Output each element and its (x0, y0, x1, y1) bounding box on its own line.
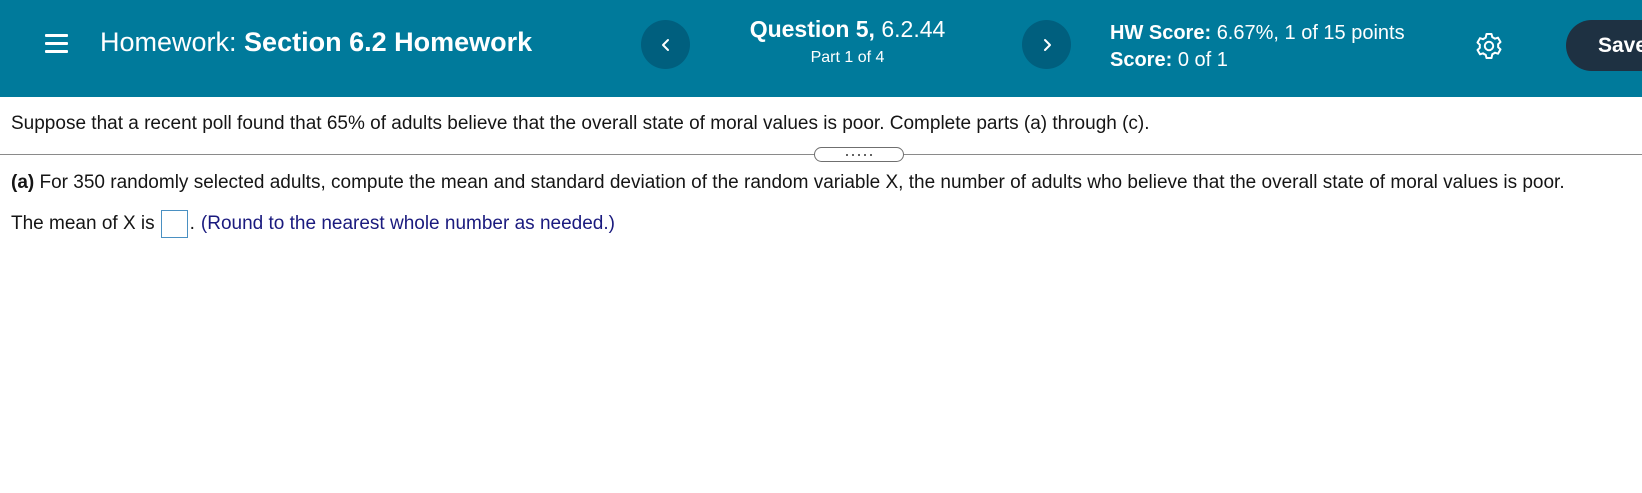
hamburger-menu-icon[interactable] (45, 33, 69, 53)
homework-title: Homework: Section 6.2 Homework (100, 27, 532, 58)
hw-score-label: HW Score: (1110, 22, 1212, 44)
dot (858, 153, 860, 156)
mean-answer-input[interactable] (160, 210, 188, 238)
dot (846, 153, 848, 156)
previous-question-button[interactable] (641, 20, 690, 69)
chevron-left-icon (661, 38, 669, 51)
part-a-text: For 350 randomly selected adults, comput… (34, 172, 1565, 193)
settings-button[interactable] (1473, 30, 1505, 62)
answer-suffix: . (189, 213, 195, 234)
answer-line: The mean of X is . (Round to the nearest… (11, 210, 615, 238)
answer-prefix: The mean of X is (11, 213, 155, 234)
hw-score-value: 6.67%, 1 of 15 points (1216, 22, 1405, 44)
dot (864, 153, 866, 156)
expand-collapse-handle[interactable] (814, 147, 904, 162)
rounding-hint: (Round to the nearest whole number as ne… (200, 213, 615, 234)
homework-name: Section 6.2 Homework (244, 27, 533, 57)
question-score: Score: 0 of 1 (1110, 47, 1405, 74)
problem-intro: Suppose that a recent poll found that 65… (11, 113, 1150, 134)
score-value: 0 of 1 (1177, 49, 1228, 71)
save-button[interactable]: Save (1566, 20, 1642, 71)
dot (852, 153, 854, 156)
next-question-button[interactable] (1022, 20, 1071, 69)
gear-icon (1476, 33, 1502, 59)
part-indicator: Part 1 of 4 (810, 49, 885, 66)
top-bar: Homework: Section 6.2 Homework Question … (0, 0, 1642, 97)
hw-score: HW Score: 6.67%, 1 of 15 points (1110, 20, 1405, 47)
question-info: Question 5, 6.2.44 Part 1 of 4 (740, 16, 955, 67)
question-id: 6.2.44 (881, 16, 946, 42)
score-panel: HW Score: 6.67%, 1 of 15 points Score: 0… (1110, 20, 1405, 74)
question-label: Question 5, (749, 16, 875, 42)
part-a-question: (a) For 350 randomly selected adults, co… (11, 172, 1565, 194)
homework-prefix: Homework: (100, 27, 237, 57)
score-label: Score: (1110, 49, 1173, 71)
part-a-label: (a) (11, 172, 35, 193)
question-title: Question 5, 6.2.44 (740, 16, 955, 43)
chevron-right-icon (1043, 38, 1051, 51)
dot (870, 153, 872, 156)
